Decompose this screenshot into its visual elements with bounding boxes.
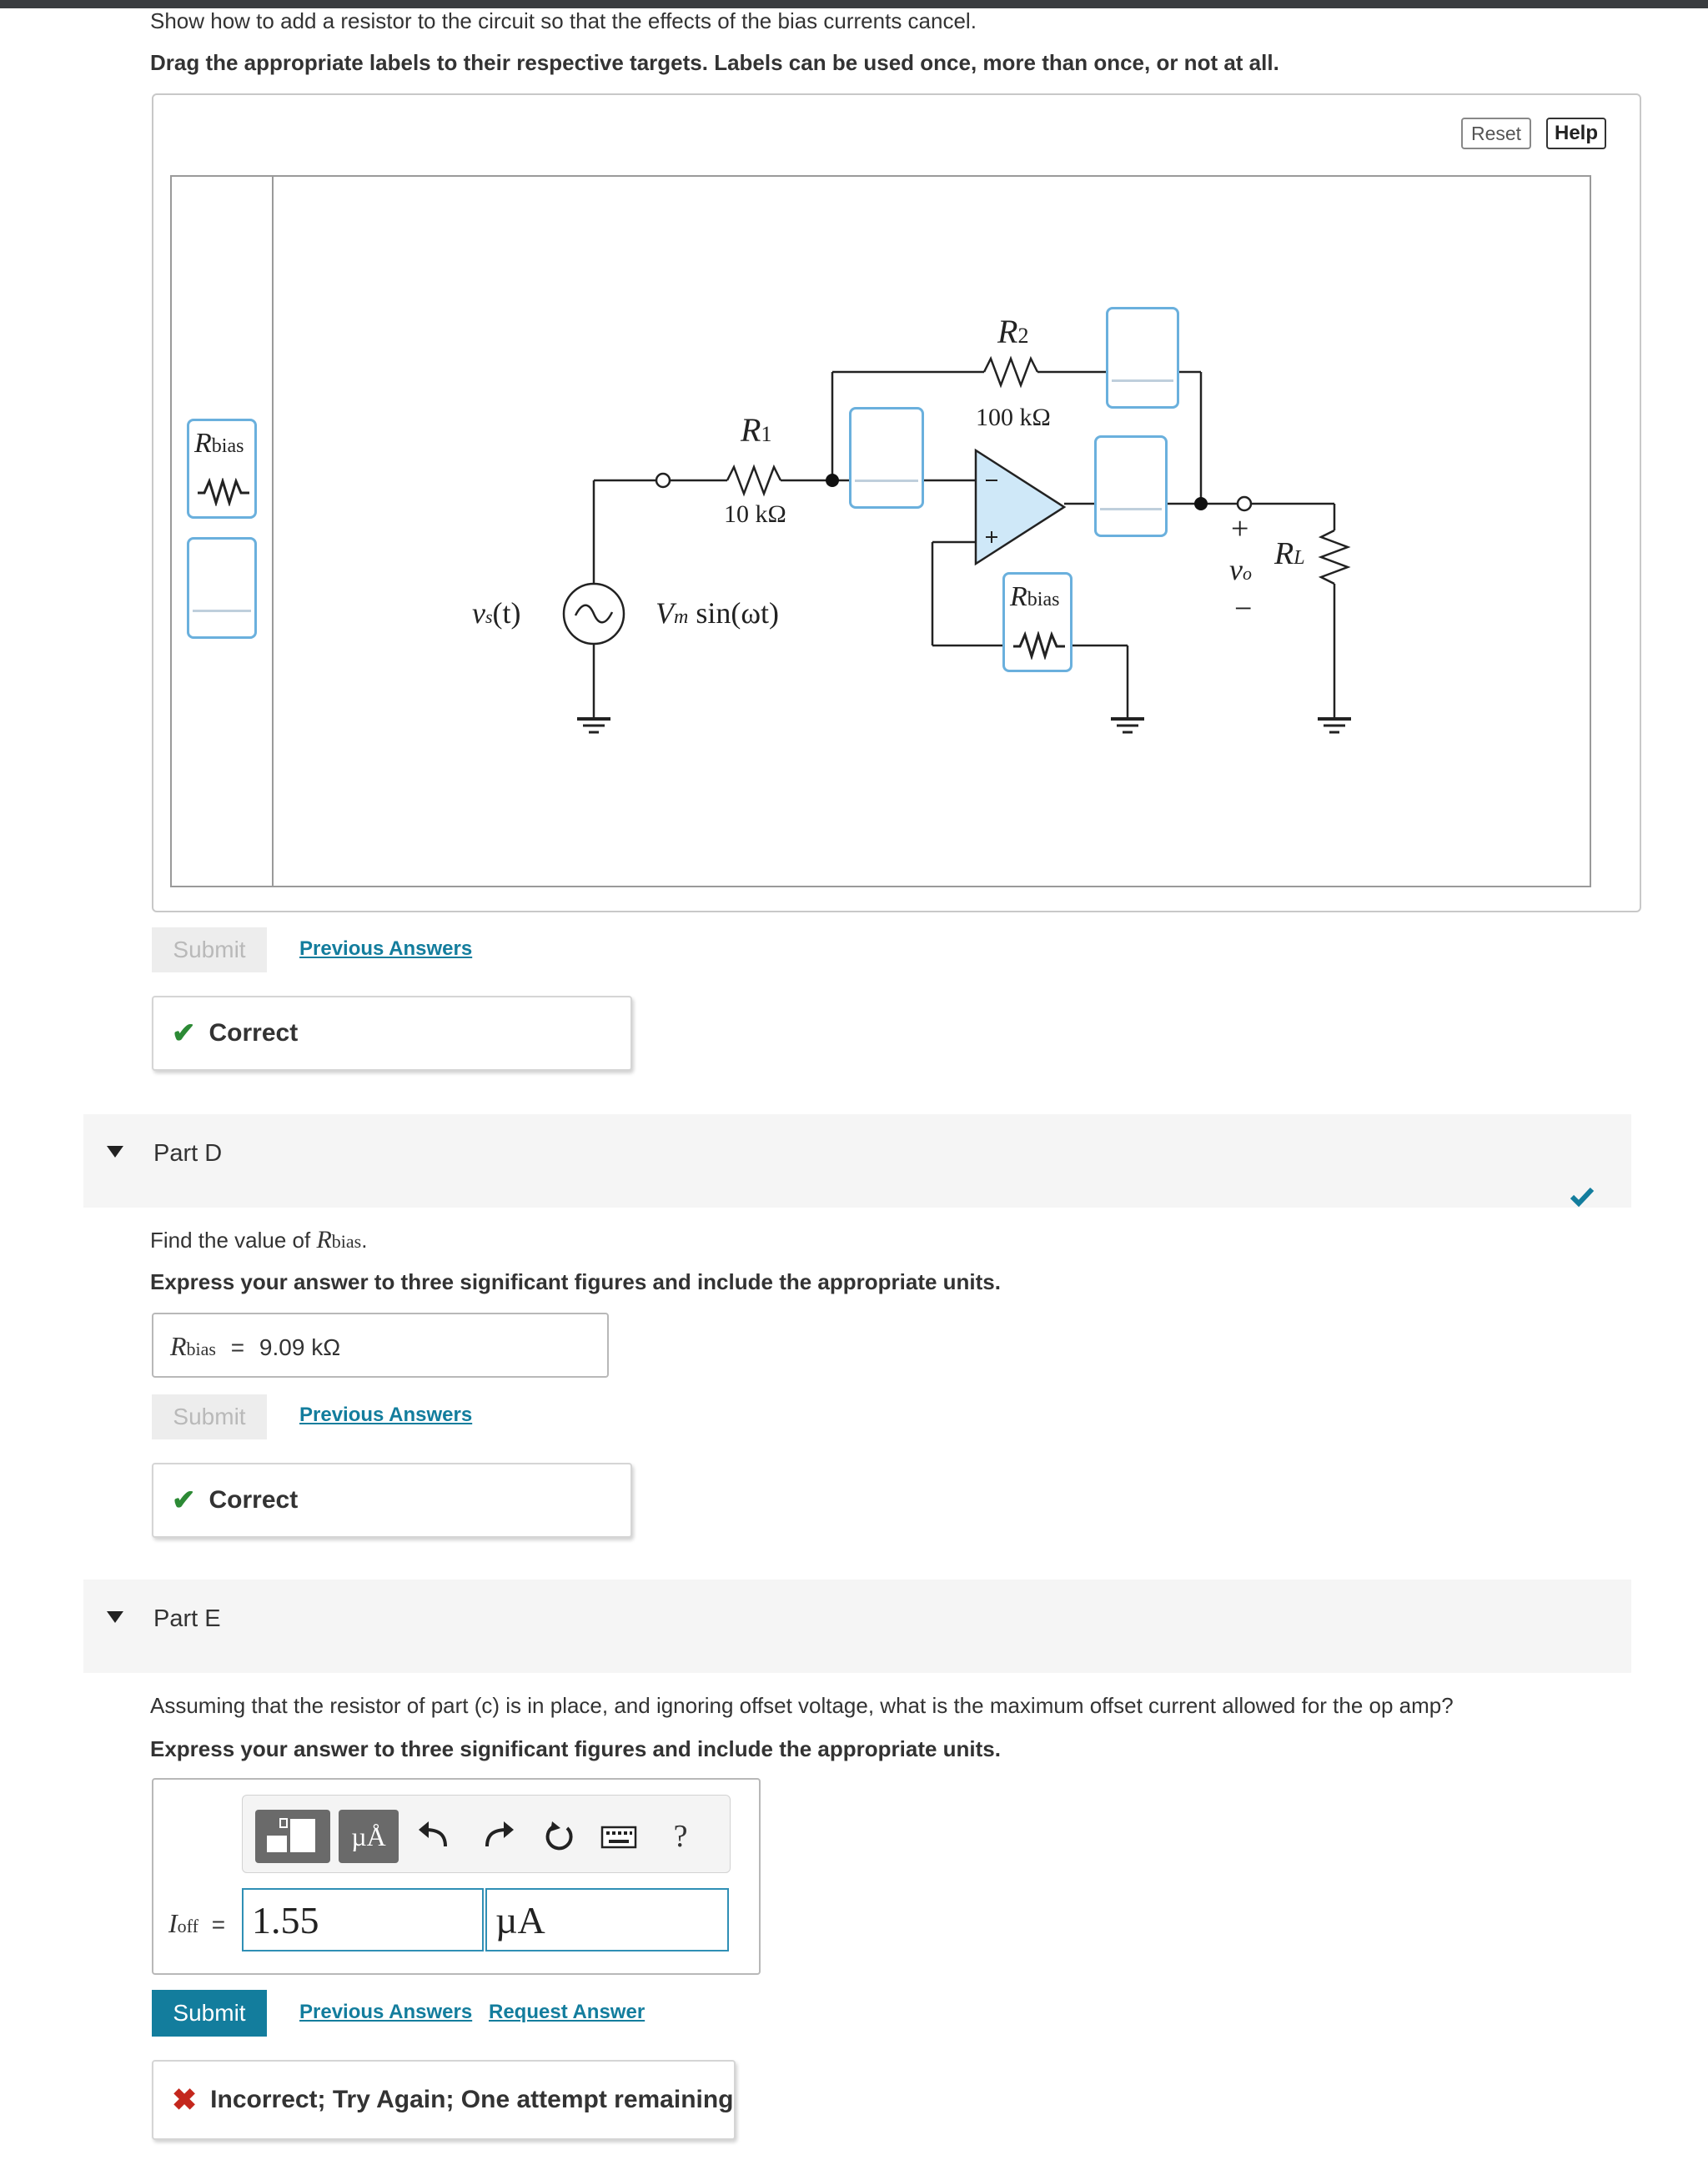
- vs-label: vs(t): [472, 596, 521, 630]
- part-d-submit-button[interactable]: Submit: [152, 1394, 267, 1439]
- part-e-title: Part E: [153, 1605, 221, 1632]
- part-c-feedback: ✔ Correct: [152, 996, 632, 1071]
- rl-name: RL: [1274, 536, 1305, 571]
- r2-value: 100 kΩ: [976, 404, 1051, 431]
- resistor-icon: [1013, 631, 1065, 660]
- keyboard-icon[interactable]: [599, 1823, 639, 1851]
- feedback-text: Incorrect; Try Again; One attempt remain…: [210, 2086, 734, 2113]
- rbias-var-sub: bias: [186, 1339, 216, 1359]
- r2-name: R2: [997, 313, 1029, 350]
- part-e-header[interactable]: [83, 1580, 1631, 1673]
- r1-value: 10 kΩ: [724, 500, 786, 528]
- part-d-answer-box: Rbias = 9.09 kΩ: [152, 1313, 609, 1378]
- vo-label: vo: [1229, 553, 1252, 586]
- r1-name: R1: [741, 411, 772, 449]
- equals-sign: =: [230, 1334, 245, 1360]
- vo-plus: +: [1231, 511, 1249, 546]
- rbias-var: R: [170, 1331, 187, 1361]
- part-e-submit-button[interactable]: Submit: [152, 1990, 267, 2037]
- part-d-previous-answers-link[interactable]: Previous Answers: [299, 1404, 472, 1427]
- drop-target-3[interactable]: [1094, 435, 1168, 537]
- part-d-instruction: Express your answer to three significant…: [150, 1269, 1001, 1294]
- ioff-var: I: [168, 1908, 178, 1938]
- unit-input[interactable]: µA: [485, 1888, 729, 1951]
- collapse-caret-icon[interactable]: [107, 1146, 123, 1158]
- request-answer-link[interactable]: Request Answer: [489, 2001, 645, 2024]
- part-d-header[interactable]: [83, 1114, 1631, 1208]
- rbias-subscript: bias: [1027, 589, 1060, 610]
- part-d-feedback: ✔ Correct: [152, 1463, 632, 1538]
- rbias-letter: R: [1010, 581, 1027, 612]
- incorrect-x-icon: ✖: [172, 2082, 198, 2117]
- part-e-previous-answers-link[interactable]: Previous Answers: [299, 2001, 472, 2024]
- feedback-text: Correct: [208, 1019, 299, 1047]
- part-e-feedback: ✖ Incorrect; Try Again; One attempt rema…: [152, 2060, 736, 2140]
- vo-minus: −: [1234, 591, 1253, 626]
- source-expression: Vm sin(ωt): [656, 596, 780, 630]
- undo-icon[interactable]: [414, 1818, 454, 1855]
- help-icon[interactable]: ?: [662, 1816, 699, 1856]
- templates-icon[interactable]: [255, 1810, 330, 1863]
- check-icon: ✔: [172, 1484, 196, 1516]
- completed-check-icon: [1570, 1187, 1595, 1208]
- redo-icon[interactable]: [479, 1818, 519, 1855]
- drop-target-4-filled-rbias[interactable]: Rbias: [1002, 572, 1073, 672]
- part-c-previous-answers-link[interactable]: Previous Answers: [299, 937, 472, 961]
- value-input[interactable]: 1.55: [242, 1888, 484, 1951]
- part-d-question: Find the value of Rbias.: [150, 1226, 368, 1253]
- collapse-caret-icon[interactable]: [107, 1611, 123, 1623]
- ioff-label: Ioff =: [168, 1908, 225, 1939]
- part-e-instruction: Express your answer to three significant…: [150, 1736, 1001, 1761]
- feedback-text: Correct: [208, 1486, 299, 1514]
- part-d-answer-value: 9.09 kΩ: [259, 1334, 341, 1360]
- ioff-var-sub: off: [177, 1916, 198, 1936]
- part-e-question: Assuming that the resistor of part (c) i…: [150, 1693, 1454, 1718]
- drop-target-2[interactable]: [1106, 307, 1179, 409]
- part-d-title: Part D: [153, 1140, 223, 1167]
- reset-icon[interactable]: [539, 1816, 579, 1856]
- drop-target-1[interactable]: [849, 407, 924, 509]
- part-c-submit-button[interactable]: Submit: [152, 927, 267, 972]
- check-icon: ✔: [172, 1017, 196, 1049]
- equals-sign: =: [211, 1911, 226, 1937]
- units-icon[interactable]: µÅ: [339, 1810, 399, 1863]
